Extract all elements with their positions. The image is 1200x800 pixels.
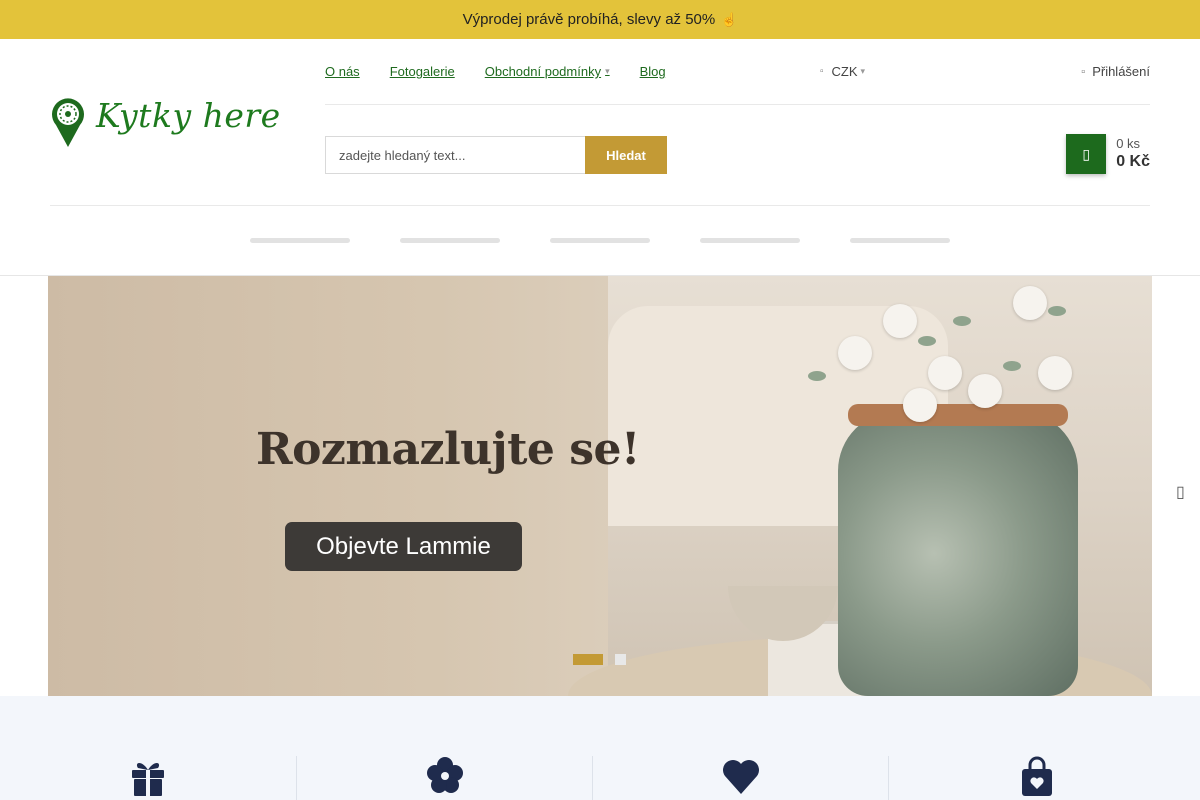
cart-count: 0 ks xyxy=(1116,135,1141,151)
hero-image-leaf xyxy=(953,316,971,326)
heart-icon xyxy=(722,760,759,794)
slider-next-icon[interactable]: ▯ xyxy=(1176,482,1185,502)
pointing-hand-icon: ☝ xyxy=(721,11,738,27)
benefit-heart xyxy=(592,756,888,800)
promo-text: Výprodej právě probíhá, slevy až 50% xyxy=(462,11,716,28)
slider-dot-active[interactable] xyxy=(573,654,603,665)
slider-pagination xyxy=(573,654,626,665)
benefit-bag xyxy=(888,756,1184,800)
flower-icon xyxy=(426,757,463,793)
search-button[interactable]: Hledat xyxy=(585,136,667,174)
chevron-down-icon: ▾ xyxy=(860,66,866,76)
hero-image-vase-rim xyxy=(848,404,1068,426)
hero-image-leaf xyxy=(808,371,826,381)
gift-icon xyxy=(132,763,164,796)
nav-link-obchodni-podminky-label: Obchodní podmínky xyxy=(484,64,602,79)
search-input[interactable] xyxy=(325,136,585,174)
benefit-gift xyxy=(0,756,296,800)
hero-title: Rozmazlujte se! xyxy=(256,424,640,475)
login-link[interactable]: ▫ Přihlášení xyxy=(1081,64,1150,79)
category-placeholder xyxy=(400,238,500,243)
hero-image-cotton xyxy=(968,374,1002,408)
nav-link-fotogalerie[interactable]: Fotogalerie xyxy=(390,64,455,79)
hero-image-cotton xyxy=(883,304,917,338)
benefits-strip xyxy=(0,696,1200,800)
divider xyxy=(325,104,1150,105)
hero-image-cotton xyxy=(928,356,962,390)
cart-total: 0 Kč xyxy=(1116,153,1150,171)
site-header: Kytky here O nás Fotogalerie Obchodní po… xyxy=(0,39,1200,276)
logo-text: Kytky here xyxy=(96,95,281,135)
shopping-bag-heart-icon xyxy=(1021,756,1052,796)
category-placeholder xyxy=(850,238,950,243)
login-label: Přihlášení xyxy=(1092,64,1150,79)
hero-image-leaf xyxy=(1003,361,1021,371)
search-form: Hledat xyxy=(325,136,667,174)
nav-link-blog[interactable]: Blog xyxy=(640,64,666,79)
hero-banner[interactable]: Rozmazlujte se! Objevte Lammie xyxy=(48,276,1152,696)
currency-selector[interactable]: ▫ CZK ▾ xyxy=(820,64,865,79)
hero-image-leaf xyxy=(918,336,936,346)
currency-value: CZK xyxy=(831,64,858,79)
hero-image-cotton xyxy=(838,336,872,370)
hero-image-leaf xyxy=(1048,306,1066,316)
hero-image-cotton xyxy=(1038,356,1072,390)
benefit-flower xyxy=(296,756,592,800)
cart-widget[interactable]: ▯ 0 ks 0 Kč xyxy=(1066,134,1150,174)
currency-icon: ▫ xyxy=(820,66,824,77)
map-pin-logo-icon xyxy=(52,98,84,147)
chevron-down-icon: ▾ xyxy=(605,66,610,76)
category-menu-loading xyxy=(250,238,1000,243)
cart-icon[interactable]: ▯ xyxy=(1066,134,1107,174)
hero-cta-button[interactable]: Objevte Lammie xyxy=(285,522,522,571)
nav-link-o-nas[interactable]: O nás xyxy=(325,64,360,79)
divider xyxy=(50,205,1150,206)
cart-summary: 0 ks 0 Kč xyxy=(1116,136,1150,172)
slider-dot[interactable] xyxy=(615,654,626,665)
top-navigation: O nás Fotogalerie Obchodní podmínky ▾ Blo… xyxy=(325,64,696,79)
category-placeholder xyxy=(250,238,350,243)
nav-link-obchodni-podminky[interactable]: Obchodní podmínky ▾ xyxy=(485,64,610,79)
logo[interactable]: Kytky here xyxy=(50,95,281,149)
hero-image-vase xyxy=(838,411,1078,696)
hero-image-cotton xyxy=(1013,286,1047,320)
category-placeholder xyxy=(700,238,800,243)
user-icon: ▫ xyxy=(1081,65,1086,78)
category-placeholder xyxy=(550,238,650,243)
hero-image-cotton xyxy=(903,388,937,422)
promo-bar: Výprodej právě probíhá, slevy až 50% ☝ xyxy=(0,0,1200,39)
